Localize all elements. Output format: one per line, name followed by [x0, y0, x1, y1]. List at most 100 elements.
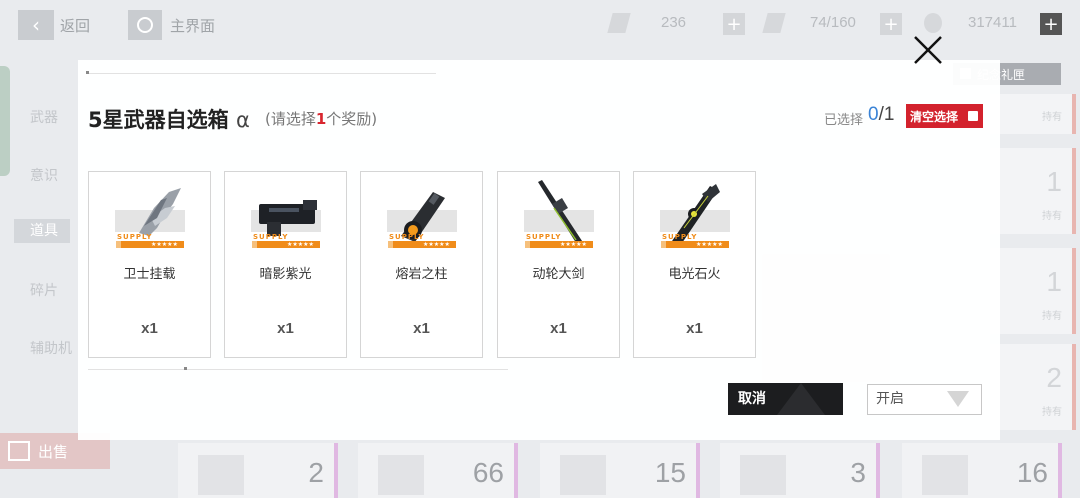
item-quantity: x1	[686, 320, 703, 337]
inventory-count: 66	[472, 457, 504, 488]
crystal-icon	[607, 13, 631, 33]
clear-selection-label: 清空选择	[910, 109, 959, 124]
hint-count: 1	[315, 110, 327, 128]
resource-coin: 317411	[968, 14, 1017, 31]
dialog-title-symbol: α	[235, 108, 250, 132]
resource-stamina: 74/160	[810, 14, 856, 31]
item-thumb	[560, 455, 606, 495]
supply-text: SUPPLY	[117, 233, 153, 241]
home-button[interactable]	[128, 10, 162, 40]
supply-text: SUPPLY	[526, 233, 562, 241]
chevron-left-icon: ‹	[32, 13, 40, 37]
rarity-stars: ★★★★★	[696, 241, 723, 248]
home-label: 主界面	[170, 17, 216, 35]
sidebar-item-weapon[interactable]: 武器	[30, 107, 58, 127]
held-label: 持有	[1042, 407, 1062, 418]
open-button[interactable]: 开启	[867, 384, 982, 415]
rarity-stars: ★★★★★	[423, 241, 450, 248]
inventory-card[interactable]: 1 持有	[990, 248, 1076, 334]
open-label: 开启	[876, 391, 904, 407]
inventory-card[interactable]: 2 持有	[990, 344, 1076, 430]
inventory-card[interactable]: 2	[178, 443, 338, 498]
inventory-card[interactable]: 1 持有	[990, 148, 1076, 234]
decorative-triangle-icon	[777, 383, 825, 415]
held-label: 持有	[1042, 112, 1062, 123]
inventory-count: 1	[1046, 266, 1062, 297]
item-name: 动轮大剑	[532, 267, 585, 282]
item-thumb	[740, 455, 786, 495]
rarity-stars: ★★★★★	[287, 241, 314, 248]
hint-prefix: (请选择	[265, 110, 316, 128]
rarity-stars: ★★★★★	[560, 241, 587, 248]
supply-text: SUPPLY	[662, 233, 698, 241]
weapon-selection-dialog: 5星武器自选箱 α (请选择1个奖励) 已选择 0/1 清空选择 SUPPLY …	[78, 36, 1000, 440]
resource-crystal: 236	[661, 14, 687, 31]
inventory-count: 2	[1046, 362, 1062, 393]
sidebar-item-support[interactable]: 辅助机	[30, 338, 72, 358]
reward-item[interactable]: SUPPLY ★★★★★ 熔岩之柱 x1	[360, 171, 483, 358]
item-quantity: x1	[413, 320, 430, 337]
item-name: 熔岩之柱	[395, 267, 448, 282]
coin-icon	[924, 13, 942, 33]
selection-hint: (请选择1个奖励)	[265, 108, 377, 129]
dialog-title-text: 5星武器自选箱	[88, 108, 229, 132]
reward-item[interactable]: SUPPLY ★★★★★ 动轮大剑 x1	[497, 171, 620, 358]
item-quantity: x1	[141, 320, 158, 337]
dialog-title: 5星武器自选箱 α	[88, 104, 250, 134]
close-icon[interactable]	[910, 32, 946, 68]
hint-suffix: 个奖励)	[326, 110, 378, 128]
stamina-icon	[762, 13, 786, 33]
sell-icon	[8, 441, 30, 461]
cancel-label: 取消	[738, 391, 766, 407]
held-label: 持有	[1042, 311, 1062, 322]
exp-item-thumb	[198, 455, 244, 495]
inventory-card[interactable]: 15	[540, 443, 700, 498]
inventory-count: 3	[850, 457, 866, 488]
item-name: 暗影紫光	[259, 267, 312, 282]
held-label: 持有	[1042, 211, 1062, 222]
inventory-card[interactable]: 66	[358, 443, 518, 498]
supply-text: SUPPLY	[253, 233, 289, 241]
reward-item[interactable]: SUPPLY ★★★★★ 卫士挂载 x1	[88, 171, 211, 358]
inventory-count: 1	[1046, 166, 1062, 197]
clear-selection-button[interactable]: 清空选择	[906, 104, 983, 128]
divider	[88, 73, 436, 74]
inventory-card[interactable]: 16	[902, 443, 1062, 498]
back-button[interactable]: ‹	[18, 10, 54, 40]
rarity-stars: ★★★★★	[151, 241, 178, 248]
inventory-card[interactable]: 持有	[990, 94, 1076, 134]
home-circle-icon	[137, 17, 153, 33]
add-coin-button[interactable]: +	[1040, 13, 1062, 35]
selected-label: 已选择	[824, 113, 864, 128]
decorative-triangle-icon	[947, 391, 969, 407]
inventory-count: 2	[308, 457, 324, 488]
item-quantity: x1	[550, 320, 567, 337]
cancel-button[interactable]: 取消	[728, 383, 843, 415]
divider-dot	[86, 71, 89, 74]
sell-label: 出售	[38, 442, 69, 461]
back-label: 返回	[60, 17, 91, 35]
selected-count: 0/1	[868, 104, 894, 126]
sidebar-item-stigmata[interactable]: 意识	[30, 165, 58, 185]
item-quantity: x1	[277, 320, 294, 337]
add-crystal-button[interactable]: +	[723, 13, 745, 35]
divider-dot	[184, 367, 187, 370]
eraser-icon	[968, 111, 978, 121]
divider	[88, 369, 508, 370]
add-stamina-button[interactable]: +	[880, 13, 902, 35]
sidebar-item-fragments[interactable]: 碎片	[30, 280, 58, 300]
sidebar-item-items[interactable]: 道具	[14, 219, 70, 243]
side-indicator	[0, 66, 10, 176]
item-thumb	[378, 455, 424, 495]
inventory-card[interactable]: 3	[720, 443, 880, 498]
inventory-count: 15	[654, 457, 686, 488]
selected-current: 0	[868, 104, 879, 125]
item-name: 电光石火	[668, 267, 721, 282]
reward-item[interactable]: SUPPLY ★★★★★ 暗影紫光 x1	[224, 171, 347, 358]
item-thumb	[922, 455, 968, 495]
inventory-count: 16	[1016, 457, 1048, 488]
reward-item[interactable]: SUPPLY ★★★★★ 电光石火 x1	[633, 171, 756, 358]
supply-text: SUPPLY	[389, 233, 425, 241]
item-name: 卫士挂载	[123, 267, 176, 282]
selected-total: /1	[878, 104, 895, 125]
